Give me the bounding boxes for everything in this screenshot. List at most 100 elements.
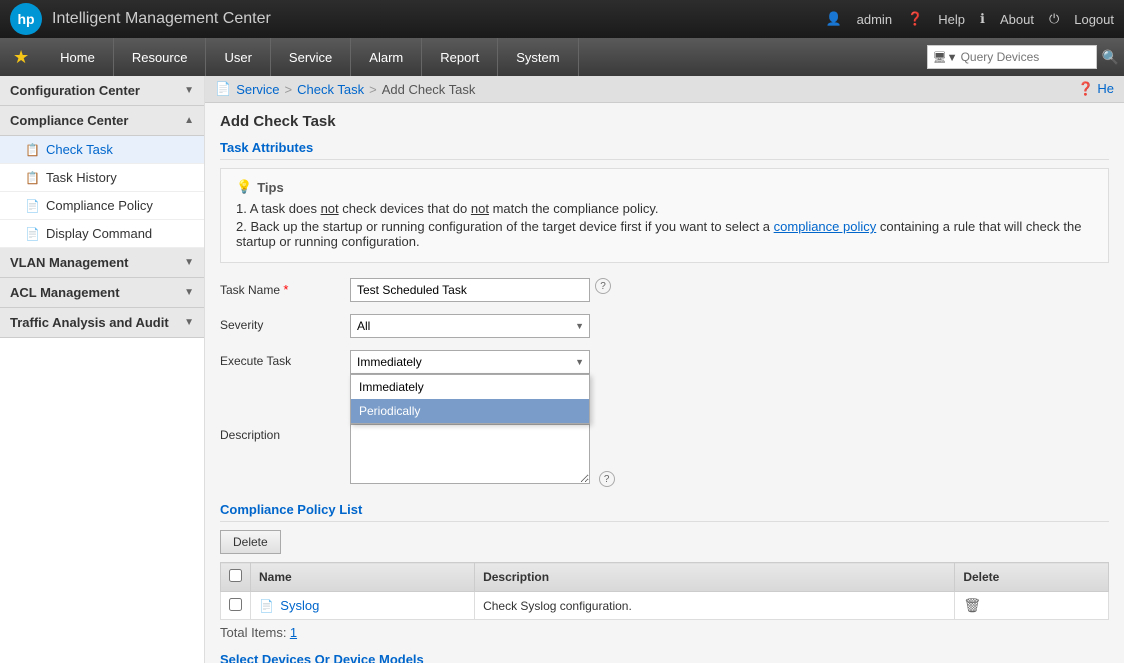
vlan-chevron: ▼ (184, 257, 194, 268)
task-name-input[interactable] (350, 278, 590, 302)
description-help-icon[interactable]: ? (599, 471, 615, 487)
about-label[interactable]: About (1000, 12, 1034, 27)
execute-task-select-wrapper: Immediately Periodically (350, 350, 590, 374)
sidebar-item-display-command[interactable]: 📄 Display Command (0, 220, 204, 248)
row-delete-cell: 🗑 (955, 592, 1109, 620)
admin-label[interactable]: admin (857, 12, 892, 27)
description-field-wrapper: ? (350, 424, 615, 487)
tips-box: 💡 Tips 1. A task does not check devices … (220, 168, 1109, 263)
breadcrumb-sep2: > (369, 82, 377, 97)
breadcrumb-add-check-task: Add Check Task (382, 82, 476, 97)
traffic-chevron: ▼ (184, 317, 194, 328)
nav-system[interactable]: System (498, 38, 578, 76)
nav-alarm[interactable]: Alarm (351, 38, 422, 76)
breadcrumb-page-icon: 📄 (215, 81, 231, 97)
check-task-icon: 📋 (25, 143, 40, 157)
main-layout: Configuration Center ▼ Compliance Center… (0, 76, 1124, 663)
admin-icon: 👤 (825, 11, 841, 27)
favorites-star[interactable]: ★ (5, 47, 37, 68)
app-title: Intelligent Management Center (52, 10, 271, 28)
display-command-label: Display Command (46, 226, 152, 241)
nav-resource[interactable]: Resource (114, 38, 207, 76)
hp-logo: hp (10, 3, 42, 35)
nav-report[interactable]: Report (422, 38, 498, 76)
compliance-policy-list-title: Compliance Policy List (220, 502, 1109, 522)
sidebar-acl-management[interactable]: ACL Management ▼ (0, 278, 204, 308)
select-devices-title: Select Devices Or Device Models (220, 652, 1109, 663)
syslog-link[interactable]: Syslog (280, 598, 319, 613)
nav-right: 🖥▼ 🔍 (927, 45, 1119, 69)
query-input[interactable] (961, 50, 1091, 64)
sidebar-config-center[interactable]: Configuration Center ▼ (0, 76, 204, 106)
query-box: 🖥▼ (927, 45, 1097, 69)
top-bar: hp Intelligent Management Center 👤 admin… (0, 0, 1124, 38)
tips-title: 💡 Tips (236, 179, 1093, 195)
content-area: 📄 Service > Check Task > Add Check Task … (205, 76, 1124, 663)
severity-select-wrapper: All Critical Major Minor Warning Info (350, 314, 590, 338)
description-textarea[interactable] (350, 424, 590, 484)
row-checkbox-cell (221, 592, 251, 620)
acl-management-label: ACL Management (10, 285, 120, 300)
form-row-task-name: Task Name * ? (220, 278, 1109, 302)
check-task-label: Check Task (46, 142, 113, 157)
top-bar-left: hp Intelligent Management Center (10, 3, 271, 35)
sidebar-compliance-center[interactable]: Compliance Center ▲ (0, 106, 204, 136)
nav-home[interactable]: Home (42, 38, 114, 76)
total-count-link[interactable]: 1 (290, 625, 297, 640)
breadcrumb-help-icon[interactable]: ❓ He (1078, 81, 1114, 97)
dropdown-option-immediately[interactable]: Immediately (351, 375, 589, 399)
nav-service[interactable]: Service (271, 38, 351, 76)
form-row-severity: Severity All Critical Major Minor Warnin… (220, 314, 1109, 338)
nav-user[interactable]: User (206, 38, 270, 76)
dropdown-option-periodically[interactable]: Periodically (351, 399, 589, 423)
vlan-management-label: VLAN Management (10, 255, 128, 270)
config-center-label: Configuration Center (10, 83, 140, 98)
compliance-center-label: Compliance Center (10, 113, 128, 128)
config-center-chevron: ▼ (184, 85, 194, 96)
compliance-center-chevron: ▲ (184, 115, 194, 126)
breadcrumb-service[interactable]: Service (236, 82, 279, 97)
severity-select[interactable]: All Critical Major Minor Warning Info (350, 314, 590, 338)
col-description: Description (475, 563, 955, 592)
task-attributes-title: Task Attributes (220, 140, 1109, 160)
required-asterisk: * (283, 282, 288, 297)
sidebar-item-compliance-policy[interactable]: 📄 Compliance Policy (0, 192, 204, 220)
row-description-cell: Check Syslog configuration. (475, 592, 955, 620)
help-icon: ❓ (907, 11, 923, 27)
table-row: 📄 Syslog Check Syslog configuration. 🗑 (221, 592, 1109, 620)
search-button[interactable]: 🔍 (1102, 49, 1119, 66)
tip-1: 1. A task does not check devices that do… (236, 201, 1093, 216)
form-row-description: Description ? (220, 424, 1109, 487)
sidebar-traffic-analysis[interactable]: Traffic Analysis and Audit ▼ (0, 308, 204, 338)
compliance-policy-icon: 📄 (25, 199, 40, 213)
info-icon: ℹ (980, 11, 985, 27)
task-name-help-icon[interactable]: ? (595, 278, 611, 294)
delete-button[interactable]: Delete (220, 530, 281, 554)
execute-task-dropdown: Immediately Periodically (350, 374, 590, 424)
breadcrumb-sep1: > (285, 82, 293, 97)
breadcrumb: 📄 Service > Check Task > Add Check Task … (205, 76, 1124, 103)
top-bar-right: 👤 admin ❓ Help ℹ About ⏻ Logout (825, 11, 1114, 27)
execute-task-select[interactable]: Immediately Periodically (350, 350, 590, 374)
sidebar-item-task-history[interactable]: 📋 Task History (0, 164, 204, 192)
delete-row-icon[interactable]: 🗑 (963, 597, 981, 613)
table-header-row: Name Description Delete (221, 563, 1109, 592)
query-device-icon: 🖥▼ (933, 51, 958, 64)
form-row-execute-task: Execute Task Immediately Periodically Im… (220, 350, 1109, 374)
compliance-policy-label: Compliance Policy (46, 198, 153, 213)
total-items-label: Total Items: (220, 625, 286, 640)
syslog-doc-icon: 📄 (259, 599, 274, 613)
sidebar-item-check-task[interactable]: 📋 Check Task (0, 136, 204, 164)
help-label[interactable]: Help (938, 12, 965, 27)
col-checkbox (221, 563, 251, 592)
breadcrumb-check-task[interactable]: Check Task (297, 82, 364, 97)
power-icon: ⏻ (1049, 11, 1059, 27)
logout-label[interactable]: Logout (1074, 12, 1114, 27)
compliance-policy-table: Name Description Delete 📄 Sys (220, 562, 1109, 620)
row-checkbox[interactable] (229, 598, 242, 611)
select-all-checkbox[interactable] (229, 569, 242, 582)
tips-bulb-icon: 💡 (236, 179, 252, 195)
sidebar-vlan-management[interactable]: VLAN Management ▼ (0, 248, 204, 278)
traffic-analysis-label: Traffic Analysis and Audit (10, 315, 169, 330)
sidebar: Configuration Center ▼ Compliance Center… (0, 76, 205, 663)
